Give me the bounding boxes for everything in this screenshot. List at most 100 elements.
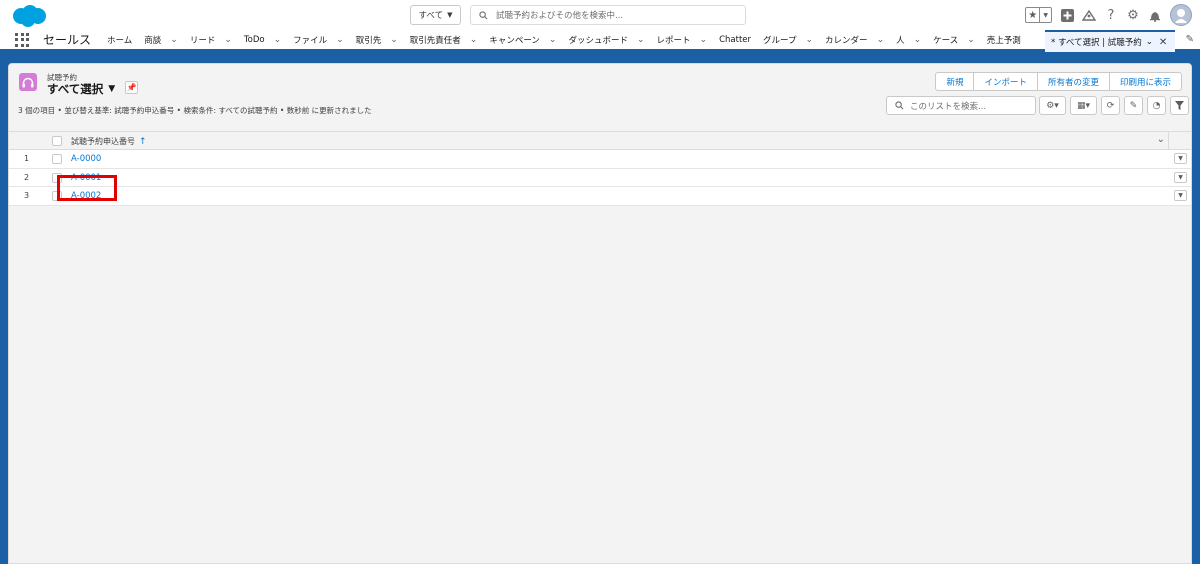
nav-item-2[interactable]: リード ⌄ bbox=[184, 29, 238, 51]
edit-nav-pencil-icon[interactable]: ✎ bbox=[1186, 34, 1194, 45]
chevron-down-icon: ▼ bbox=[447, 11, 453, 19]
column-menu-chevron-icon[interactable]: ⌄ bbox=[1157, 134, 1165, 145]
records-table: 試聴予約申込番号 ↑ ⌄ 1 A-0000 ▼ 2 A-0001 ▼ 3 A-0002 ▼ bbox=[9, 131, 1191, 206]
list-view-meta: 3 個の項目 • 並び替え基準: 試聴予約申込番号 • 検索条件: すべての試聴… bbox=[18, 106, 372, 115]
list-action-button-3[interactable]: 印刷用に表示 bbox=[1108, 72, 1182, 91]
inline-edit-pencil-icon[interactable]: ✎ bbox=[1124, 96, 1143, 115]
close-icon[interactable]: ✕ bbox=[1159, 37, 1167, 48]
chevron-down-icon[interactable]: ⌄ bbox=[877, 35, 885, 45]
tab-all-listening-reservations[interactable]: * すべて選択 | 試聴予約 ⌄ ✕ bbox=[1045, 30, 1175, 52]
bell-icon[interactable] bbox=[1148, 8, 1162, 22]
row-number: 2 bbox=[24, 172, 30, 182]
row-actions-chevron-icon[interactable]: ▼ bbox=[1174, 153, 1187, 164]
display-as-table-icon[interactable]: ▦▾ bbox=[1070, 96, 1097, 115]
nav-item-label: キャンペーン bbox=[489, 35, 540, 46]
chevron-down-icon[interactable]: ⌄ bbox=[224, 35, 232, 45]
row-checkbox[interactable] bbox=[52, 154, 62, 164]
list-action-button-0[interactable]: 新規 bbox=[935, 72, 975, 91]
row-number: 3 bbox=[24, 191, 30, 200]
nav-items: ホーム 商談 ⌄ リード ⌄ ToDo ⌄ ファイル ⌄ 取引先 ⌄ 取引先責任者 ⌄ キャンペーン ⌄ ダッ… bbox=[101, 29, 1027, 51]
active-tab-label: * すべて選択 | 試聴予約 bbox=[1051, 38, 1142, 48]
nav-item-3[interactable]: ToDo ⌄ bbox=[238, 29, 287, 51]
trailhead-icon[interactable] bbox=[1082, 8, 1096, 22]
nav-item-15[interactable]: 売上予測 bbox=[981, 29, 1027, 51]
chevron-down-icon[interactable]: ⌄ bbox=[470, 35, 478, 45]
global-search-input[interactable]: 試聴予約およびその他を検索中... bbox=[470, 5, 746, 25]
column-header-application-number[interactable]: 試聴予約申込番号 ↑ bbox=[71, 136, 147, 147]
row-actions-chevron-icon[interactable]: ▼ bbox=[1174, 171, 1187, 183]
nav-item-8[interactable]: ダッシュボード ⌄ bbox=[562, 29, 650, 51]
nav-item-5[interactable]: 取引先 ⌄ bbox=[350, 29, 404, 51]
chevron-down-icon[interactable]: ⌄ bbox=[390, 35, 398, 45]
chevron-down-icon[interactable]: ⌄ bbox=[637, 35, 645, 45]
user-avatar[interactable] bbox=[1170, 4, 1192, 26]
salesforce-logo[interactable] bbox=[10, 4, 47, 28]
chevron-down-icon[interactable]: ⌄ bbox=[700, 35, 708, 45]
list-search-input[interactable]: このリストを検索... bbox=[886, 96, 1036, 115]
row-actions-chevron-icon[interactable]: ▼ bbox=[1174, 190, 1187, 201]
list-view-selector[interactable]: すべて選択 ▼ bbox=[47, 81, 115, 97]
list-action-button-2[interactable]: 所有者の変更 bbox=[1036, 72, 1110, 91]
nav-item-label: カレンダー bbox=[825, 35, 868, 46]
list-view-controls-gear-icon[interactable]: ⚙▾ bbox=[1039, 96, 1066, 115]
nav-item-label: ダッシュボード bbox=[568, 35, 628, 46]
headphones-icon bbox=[19, 73, 37, 91]
search-icon bbox=[479, 10, 488, 19]
row-number: 1 bbox=[24, 154, 30, 163]
nav-item-14[interactable]: ケース ⌄ bbox=[927, 29, 981, 51]
favorites-button[interactable]: ★ ▼ bbox=[1025, 7, 1052, 23]
chevron-down-icon[interactable]: ⌄ bbox=[806, 35, 814, 45]
select-all-checkbox[interactable] bbox=[52, 136, 62, 146]
app-launcher-icon[interactable] bbox=[15, 32, 29, 47]
nav-item-10[interactable]: Chatter bbox=[713, 29, 757, 51]
nav-item-4[interactable]: ファイル ⌄ bbox=[287, 29, 350, 51]
search-scope-dropdown[interactable]: すべて ▼ bbox=[410, 5, 461, 25]
search-scope-label: すべて bbox=[418, 11, 444, 21]
charts-icon[interactable]: ◔ bbox=[1147, 96, 1166, 115]
chevron-down-icon[interactable]: ⌄ bbox=[274, 35, 282, 45]
nav-item-label: ToDo bbox=[243, 34, 265, 45]
nav-item-12[interactable]: カレンダー ⌄ bbox=[819, 29, 890, 51]
search-icon bbox=[895, 101, 904, 110]
chevron-down-icon[interactable]: ▼ bbox=[1040, 8, 1051, 22]
table-row: 1 A-0000 ▼ bbox=[9, 150, 1191, 169]
nav-item-label: 取引先責任者 bbox=[409, 35, 461, 46]
header-utility-icons: ★ ▼ ? ⚙ bbox=[1025, 4, 1192, 26]
nav-item-label: レポート bbox=[656, 35, 691, 46]
table-row: 2 A-0001 ▼ bbox=[9, 168, 1191, 187]
nav-item-label: ファイル bbox=[293, 35, 328, 46]
pin-icon[interactable]: 📌 bbox=[125, 81, 138, 94]
nav-item-7[interactable]: キャンペーン ⌄ bbox=[483, 29, 562, 51]
nav-item-0[interactable]: ホーム bbox=[101, 29, 138, 51]
filter-icon[interactable] bbox=[1170, 96, 1189, 115]
nav-item-label: リード bbox=[189, 35, 216, 46]
nav-item-9[interactable]: レポート ⌄ bbox=[651, 29, 714, 51]
chevron-down-icon[interactable]: ⌄ bbox=[549, 35, 557, 45]
chevron-down-icon[interactable]: ⌄ bbox=[967, 35, 975, 45]
list-view-card: 試聴予約 すべて選択 ▼ 📌 新規 インポート 所有者の変更 印刷用に表示 3 個の項… bbox=[8, 63, 1192, 564]
global-actions-add-icon[interactable] bbox=[1060, 8, 1074, 22]
nav-item-label: ホーム bbox=[107, 35, 133, 46]
table-header-row: 試聴予約申込番号 ↑ ⌄ bbox=[9, 131, 1191, 150]
chevron-down-icon[interactable]: ⌄ bbox=[914, 35, 922, 45]
chevron-down-icon[interactable]: ⌄ bbox=[336, 35, 344, 45]
column-header-label: 試聴予約申込番号 bbox=[71, 137, 135, 146]
list-actions: 新規 インポート 所有者の変更 印刷用に表示 bbox=[935, 72, 1182, 91]
list-action-button-1[interactable]: インポート bbox=[973, 72, 1038, 91]
refresh-icon[interactable]: ⟳ bbox=[1101, 96, 1120, 115]
record-link[interactable]: A-0000 bbox=[71, 154, 101, 164]
table-row: 3 A-0002 ▼ bbox=[9, 187, 1191, 206]
nav-item-label: 人 bbox=[896, 35, 905, 46]
highlight-box bbox=[57, 175, 117, 201]
chevron-down-icon[interactable]: ⌄ bbox=[1146, 37, 1153, 47]
nav-item-13[interactable]: 人 ⌄ bbox=[890, 29, 927, 51]
star-icon: ★ bbox=[1026, 8, 1041, 22]
gear-icon[interactable]: ⚙ bbox=[1126, 8, 1140, 23]
global-header: すべて ▼ 試聴予約およびその他を検索中... ★ ▼ ? ⚙ bbox=[0, 0, 1200, 30]
nav-item-11[interactable]: グループ ⌄ bbox=[757, 29, 819, 51]
nav-item-1[interactable]: 商談 ⌄ bbox=[138, 29, 184, 51]
help-icon[interactable]: ? bbox=[1104, 8, 1118, 23]
nav-item-6[interactable]: 取引先責任者 ⌄ bbox=[404, 29, 484, 51]
nav-item-label: 売上予測 bbox=[986, 35, 1021, 46]
chevron-down-icon[interactable]: ⌄ bbox=[170, 35, 178, 45]
